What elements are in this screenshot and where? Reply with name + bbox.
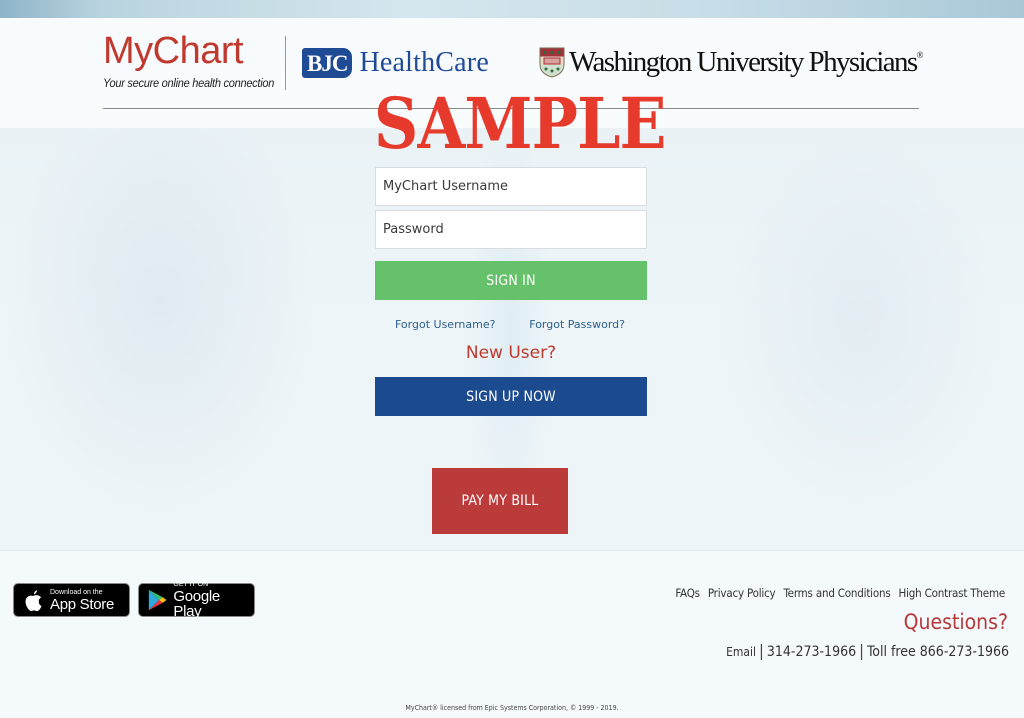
- faqs-link[interactable]: FAQs: [675, 586, 700, 600]
- contact-line: Email | 314-273-1966 | Toll free 866-273…: [726, 641, 1009, 660]
- logo-divider: [285, 36, 286, 90]
- wu-name: Washington University Physicians®: [569, 46, 924, 79]
- login-form: SIGN IN Forgot Username? Forgot Password…: [375, 167, 647, 416]
- mychart-tagline: Your secure online health connection: [103, 76, 275, 90]
- high-contrast-theme-link[interactable]: High Contrast Theme: [899, 586, 1006, 600]
- mychart-logo: MyChart Your secure online health connec…: [103, 30, 289, 90]
- email-link[interactable]: Email: [726, 645, 756, 659]
- footer-links: FAQs Privacy Policy Terms and Conditions…: [675, 586, 1005, 600]
- username-input[interactable]: [375, 167, 647, 206]
- separator: |: [759, 641, 764, 660]
- footer-band: [0, 550, 1024, 718]
- forgot-password-link[interactable]: Forgot Password?: [529, 318, 625, 331]
- terms-and-conditions-link[interactable]: Terms and Conditions: [783, 586, 890, 600]
- wu-crest-icon: [539, 47, 565, 78]
- new-user-heading: New User?: [465, 343, 557, 363]
- google-play-big-text: Google Play: [173, 588, 220, 620]
- separator: |: [859, 641, 864, 660]
- forgot-username-link[interactable]: Forgot Username?: [395, 318, 495, 331]
- forgot-links: Forgot Username? Forgot Password?: [375, 318, 647, 331]
- apple-icon: [25, 590, 42, 612]
- google-play-small-text: GET IT ON: [173, 581, 209, 588]
- bjc-healthcare-logo: BJC HealthCare: [302, 47, 489, 79]
- copyright-text: MyChart® licensed from Epic Systems Corp…: [405, 704, 619, 712]
- pay-my-bill-button[interactable]: PAY MY BILL: [432, 468, 568, 534]
- app-store-badge[interactable]: Download on the App Store: [13, 583, 130, 617]
- app-store-big-text: App Store: [50, 595, 115, 613]
- app-store-small-text: Download on the: [50, 588, 103, 596]
- privacy-policy-link[interactable]: Privacy Policy: [708, 586, 776, 600]
- toll-free-number: Toll free 866-273-1966: [866, 644, 1009, 660]
- questions-heading: Questions?: [903, 610, 1008, 634]
- bjc-name: HealthCare: [359, 47, 489, 78]
- mychart-title: MyChart: [103, 30, 244, 72]
- phone-number: 314-273-1966: [766, 644, 857, 660]
- app-store-badges: Download on the App Store GET IT ON Goog…: [13, 581, 255, 620]
- bjc-badge: BJC: [302, 48, 353, 78]
- washington-university-physicians-logo: Washington University Physicians®: [539, 46, 924, 79]
- wu-name-text: Washington University Physicians: [569, 46, 918, 78]
- registered-mark: ®: [916, 50, 924, 60]
- google-play-badge[interactable]: GET IT ON Google Play: [138, 581, 255, 620]
- sign-up-button[interactable]: SIGN UP NOW: [375, 377, 647, 416]
- sample-watermark: SAMPLE: [373, 82, 667, 165]
- google-play-icon: [148, 589, 167, 611]
- password-input[interactable]: [375, 210, 647, 249]
- background-top-strip: [0, 0, 1024, 18]
- sign-in-button[interactable]: SIGN IN: [375, 261, 647, 300]
